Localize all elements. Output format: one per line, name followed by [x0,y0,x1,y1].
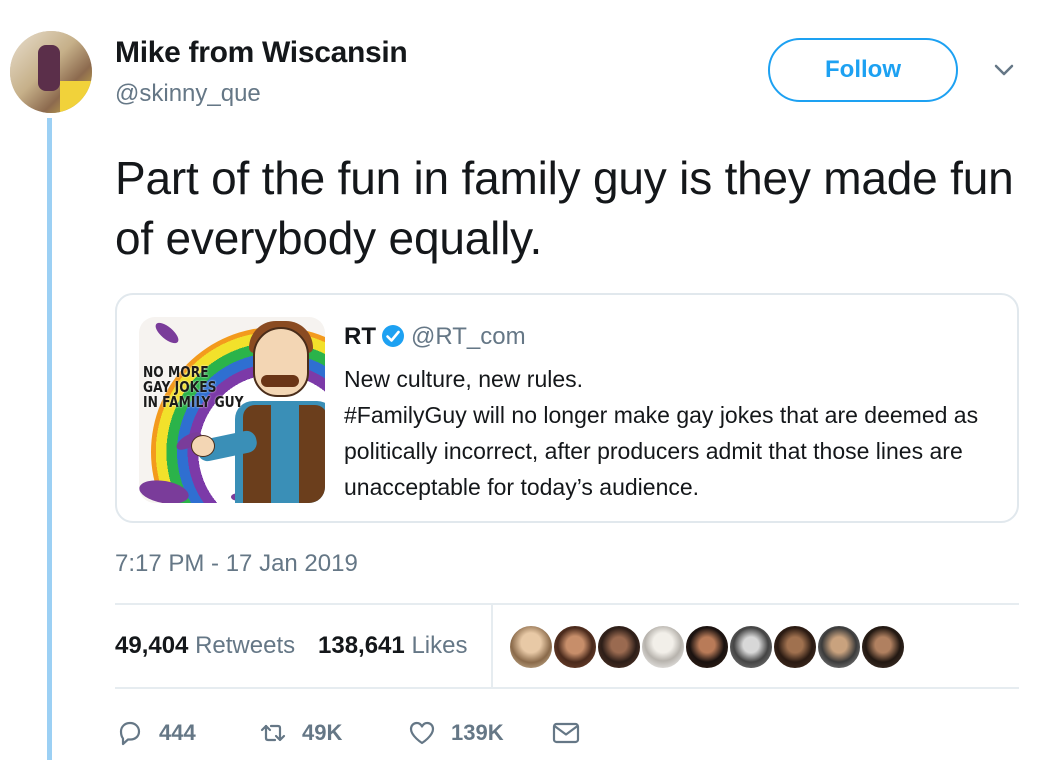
author-name[interactable]: Mike from Wiscansin [115,36,408,70]
likes-stat[interactable]: 138,641 Likes [318,632,467,660]
envelope-icon [552,722,580,744]
quoted-tweet[interactable]: NO MORE GAY JOKES IN FAMILY GUY RT @RT_c… [115,293,1019,523]
tweet-timestamp[interactable]: 7:17 PM - 17 Jan 2019 [115,550,358,578]
liker-avatar[interactable] [508,624,554,670]
liker-avatar[interactable] [860,624,906,670]
reply-icon [119,721,141,746]
author-avatar[interactable] [10,31,92,113]
follow-button[interactable]: Follow [768,38,958,102]
chevron-down-icon[interactable] [993,62,1015,78]
retweet-icon [260,724,286,742]
thread-line [47,118,52,760]
liker-avatar[interactable] [640,624,686,670]
verified-badge-icon [382,325,404,347]
tweet-text: Part of the fun in family guy is they ma… [115,152,1014,264]
heart-icon [409,721,435,745]
quoted-author-handle: @RT_com [411,323,526,350]
image-caption: NO MORE GAY JOKES IN FAMILY GUY [143,363,244,411]
liker-avatar[interactable] [816,624,862,670]
liker-avatar[interactable] [596,624,642,670]
reply-button[interactable]: 444 [115,713,196,753]
like-button[interactable]: 139K [407,713,504,753]
retweet-button[interactable]: 49K [258,713,342,753]
stats-divider-bottom [115,687,1019,689]
quoted-author-name: RT [344,323,376,350]
author-handle[interactable]: @skinny_que [115,80,261,108]
reply-count: 444 [159,720,196,745]
liker-avatar[interactable] [728,624,774,670]
direct-message-button[interactable] [551,713,581,753]
like-count: 139K [451,720,504,745]
liker-avatars [508,624,906,670]
retweet-count: 49K [302,720,343,745]
quoted-tweet-image: NO MORE GAY JOKES IN FAMILY GUY [139,317,325,503]
liker-avatar[interactable] [684,624,730,670]
retweets-stat[interactable]: 49,404 Retweets [115,632,295,660]
liker-avatar[interactable] [772,624,818,670]
stats-divider-top [115,603,1019,605]
liker-avatar[interactable] [552,624,598,670]
stats-divider-vertical [491,605,493,687]
quoted-tweet-text: New culture, new rules. #FamilyGuy will … [344,366,979,500]
